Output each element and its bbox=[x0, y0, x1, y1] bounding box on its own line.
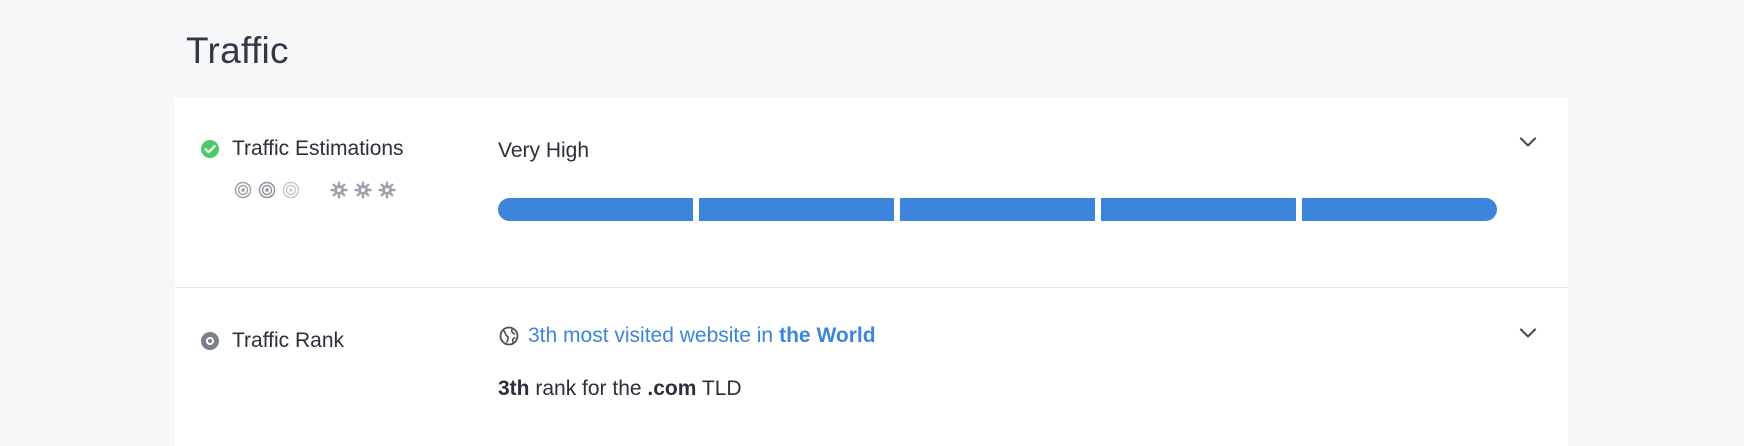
target-icon bbox=[258, 181, 276, 199]
target-icon bbox=[234, 181, 252, 199]
traffic-rank-label: Traffic Rank bbox=[232, 329, 345, 352]
world-rank-link[interactable]: 3th most visited website in bbox=[528, 324, 773, 348]
meter-segment bbox=[900, 198, 1095, 221]
world-rank-scope-link[interactable]: the World bbox=[779, 324, 875, 348]
tld-rank-line: 3th rank for the .com TLD bbox=[498, 377, 742, 401]
traffic-estimations-label-group: Traffic Estimations bbox=[198, 137, 404, 161]
meter-segment bbox=[498, 198, 693, 221]
chevron-down-icon[interactable] bbox=[1517, 131, 1539, 153]
data-source-badges bbox=[234, 181, 402, 199]
globe-icon bbox=[498, 325, 520, 347]
tld-name: .com bbox=[647, 377, 697, 400]
tld-suffix: TLD bbox=[701, 377, 742, 400]
section-title: Traffic bbox=[186, 30, 289, 71]
meter-segment bbox=[699, 198, 894, 221]
chevron-down-icon[interactable] bbox=[1517, 322, 1539, 344]
traffic-level-meter bbox=[498, 198, 1497, 221]
gear-icon bbox=[330, 181, 348, 199]
world-rank-line: 3th most visited website in the World bbox=[498, 324, 876, 348]
tld-rank-middle: rank for the bbox=[535, 377, 642, 400]
traffic-card: Traffic Estimations Very High Traffic Ra… bbox=[175, 97, 1568, 446]
traffic-level-value: Very High bbox=[498, 139, 590, 162]
meter-segment bbox=[1302, 198, 1497, 221]
traffic-estimations-label: Traffic Estimations bbox=[232, 137, 404, 160]
tld-rank-value: 3th bbox=[498, 377, 530, 400]
meter-segment bbox=[1101, 198, 1296, 221]
traffic-rank-row[interactable]: Traffic Rank 3th most visited website in… bbox=[175, 288, 1568, 446]
target-icon-faded bbox=[282, 181, 300, 199]
gear-icon bbox=[378, 181, 396, 199]
gear-icon bbox=[354, 181, 372, 199]
traffic-rank-label-group: Traffic Rank bbox=[198, 329, 344, 353]
eye-icon bbox=[198, 329, 222, 353]
traffic-estimations-row[interactable]: Traffic Estimations Very High bbox=[175, 97, 1568, 288]
check-circle-icon bbox=[198, 137, 222, 161]
